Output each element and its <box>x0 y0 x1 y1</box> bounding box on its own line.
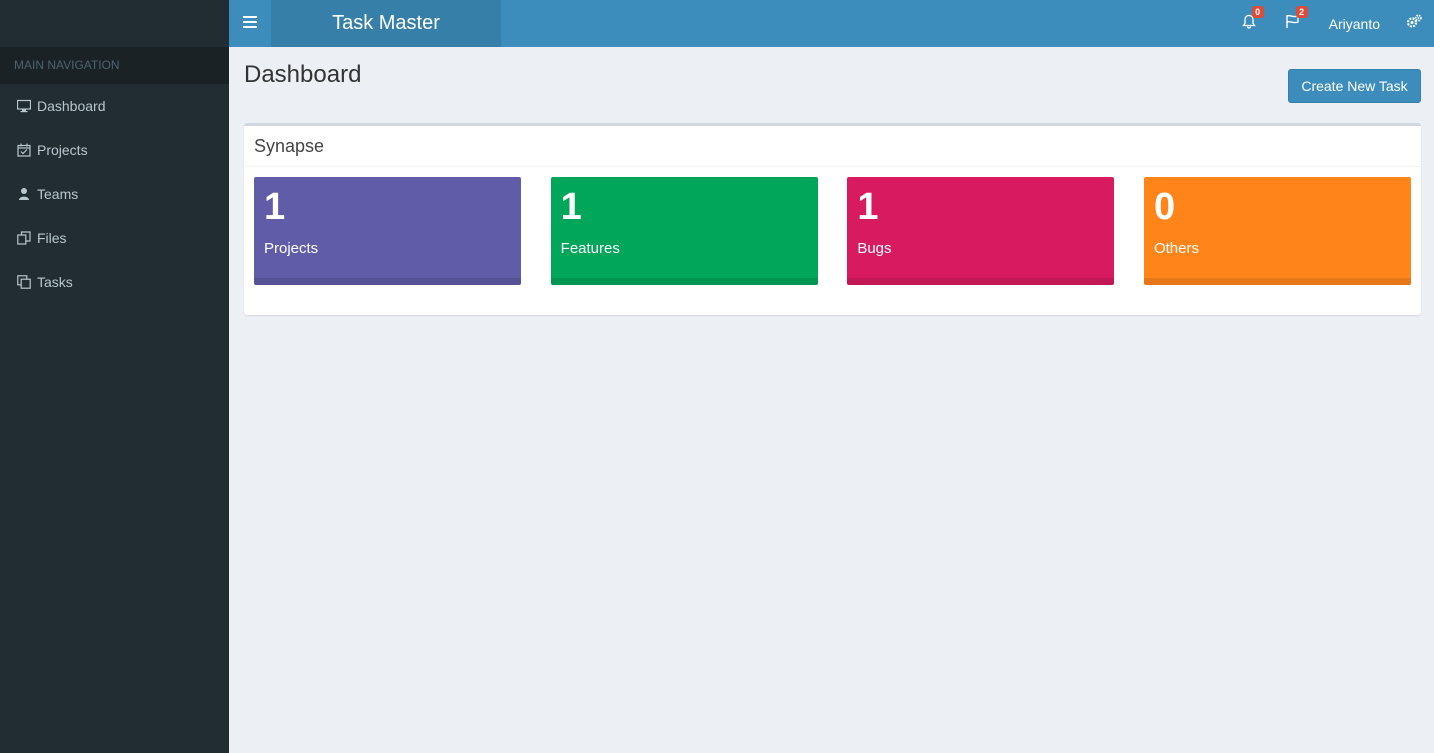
tile-footer <box>254 278 521 285</box>
monitor-icon <box>17 99 31 113</box>
calendar-check-icon <box>17 143 31 157</box>
flags-badge: 2 <box>1295 6 1308 18</box>
sidebar-item-dashboard[interactable]: Dashboard <box>0 84 229 128</box>
tile-footer <box>550 278 818 285</box>
stat-tile-others[interactable]: 0 Others <box>1143 177 1411 285</box>
stat-tile-projects[interactable]: 1 Projects <box>254 177 521 285</box>
gears-icon <box>1406 14 1422 34</box>
stat-tiles: 1 Projects 1 Features 1 Bugs 0 Others <box>254 177 1411 285</box>
stat-label: Projects <box>264 240 319 257</box>
stat-value: 1 <box>560 186 582 228</box>
stat-value: 0 <box>1153 186 1176 228</box>
stat-label: Bugs <box>857 240 892 257</box>
sidebar-item-projects[interactable]: Projects <box>0 128 229 172</box>
sidebar-item-label: Files <box>37 230 67 246</box>
hamburger-icon <box>243 15 257 33</box>
stat-label: Others <box>1153 240 1199 257</box>
sidebar-header: MAIN NAVIGATION <box>0 47 229 84</box>
copy-icon <box>17 275 31 289</box>
tile-footer <box>847 278 1115 285</box>
notifications-button[interactable]: 0 <box>1227 0 1271 47</box>
sidebar-item-label: Teams <box>37 186 79 202</box>
flags-button[interactable]: 2 <box>1271 0 1315 47</box>
stat-value: 1 <box>857 186 879 228</box>
sidebar-item-teams[interactable]: Teams <box>0 172 229 216</box>
sidebar-item-label: Projects <box>37 142 88 158</box>
create-new-task-button[interactable]: Create New Task <box>1288 69 1421 103</box>
navbar-right: 0 2 Ariyanto <box>1227 0 1434 47</box>
files-icon <box>17 231 31 245</box>
box-title: Synapse <box>244 126 1421 167</box>
user-menu[interactable]: Ariyanto <box>1315 0 1394 47</box>
stat-value: 1 <box>264 186 286 228</box>
sidebar-top <box>0 0 229 47</box>
project-summary-box: Synapse 1 Projects 1 Features 1 Bugs 0 O… <box>244 123 1421 315</box>
stat-label: Features <box>560 240 620 257</box>
page-title: Dashboard <box>244 61 362 88</box>
sidebar: MAIN NAVIGATION Dashboard Projects Teams… <box>0 0 229 753</box>
top-navbar: Task Master 0 2 Ariyanto <box>229 0 1434 47</box>
sidebar-item-files[interactable]: Files <box>0 216 229 260</box>
stat-tile-bugs[interactable]: 1 Bugs <box>847 177 1115 285</box>
sidebar-item-label: Dashboard <box>37 98 106 114</box>
stat-tile-features[interactable]: 1 Features <box>550 177 818 285</box>
user-icon <box>17 187 31 201</box>
sidebar-item-tasks[interactable]: Tasks <box>0 260 229 304</box>
sidebar-item-label: Tasks <box>37 274 73 290</box>
sidebar-toggle-button[interactable] <box>229 0 271 47</box>
settings-button[interactable] <box>1394 0 1434 47</box>
brand-logo[interactable]: Task Master <box>271 0 501 47</box>
tile-footer <box>1143 278 1411 285</box>
notifications-badge: 0 <box>1251 6 1264 18</box>
